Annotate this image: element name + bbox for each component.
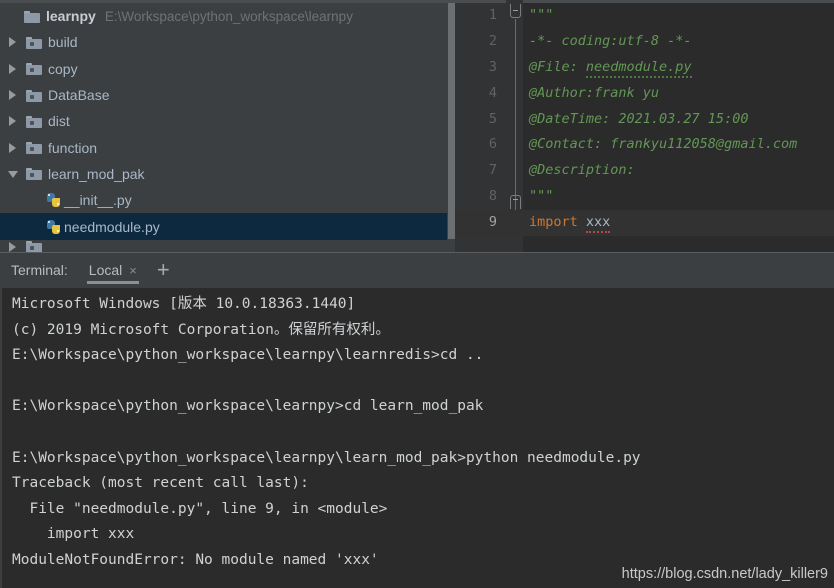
tree-row-build[interactable]: build [0,29,455,55]
folder-icon [26,62,42,76]
terminal-title: Terminal: [11,262,68,278]
line-number: 7 [488,162,497,179]
tree-item-label: dist [48,113,70,130]
code-line-4[interactable]: 4 @Author:frank yu [455,81,834,107]
tree-row-needmodule-py[interactable]: needmodule.py [0,213,455,240]
folder-icon [26,167,42,181]
folder-icon [26,141,42,155]
code-text: @Contact: frankyu112058@gmail.com [529,136,798,153]
terminal-line: E:\Workspace\python_workspace\learnpy\le… [12,347,484,364]
project-root-label: learnpy [46,8,96,25]
editor-code-lines[interactable]: 1 """ 2 -*- coding:utf-8 -*- 3 @File: ne… [455,3,834,252]
tree-item-label: learn_mod_pak [48,165,145,182]
code-line-1[interactable]: 1 """ [455,3,834,215]
tree-item-label: build [48,34,78,51]
chevron-right-icon[interactable] [8,116,18,127]
terminal-line: import xxx [12,526,135,543]
tree-item-label: __init__.py [64,192,132,209]
close-icon[interactable]: × [129,264,137,277]
code-line-9[interactable]: 9 import xxx [455,210,834,237]
code-line-3[interactable]: 3 @File: needmodule.py [455,55,834,81]
chevron-right-icon[interactable] [8,37,18,48]
tree-row-init-py[interactable]: __init__.py [0,187,455,213]
code-line-8[interactable]: 8 """ [455,184,834,210]
code-editor-pane[interactable]: 1 """ 2 -*- coding:utf-8 -*- 3 @File: ne… [455,0,834,252]
watermark-text: https://blog.csdn.net/lady_killer9 [621,566,828,582]
tree-row-database[interactable]: DataBase [0,82,455,108]
tree-item-label: DataBase [48,87,110,104]
code-line-5[interactable]: 5 @DateTime: 2021.03.27 15:00 [455,107,834,133]
fold-marker-open-icon[interactable] [510,4,521,18]
tree-row-copy[interactable]: copy [0,56,455,82]
code-line-7[interactable]: 7 @Description: [455,158,834,184]
expand-arrow-placeholder [8,11,18,21]
line-number: 8 [488,188,497,205]
scrollbar-thumb[interactable] [448,3,455,239]
folder-icon [26,89,42,102]
code-text: """ [529,7,554,23]
python-file-icon [46,192,62,208]
terminal-line: E:\Workspace\python_workspace\learnpy\le… [12,449,641,466]
project-tree-list[interactable]: learnpy E:\Workspace\python_workspace\le… [0,3,455,252]
tree-row-learn-mod-pak[interactable]: learn_mod_pak [0,161,455,187]
line-number: 5 [488,110,497,127]
terminal-tabbar: Terminal: Local × + [0,253,834,287]
chevron-right-icon[interactable] [8,142,18,153]
project-tree-pane[interactable]: learnpy E:\Workspace\python_workspace\le… [0,0,455,252]
terminal-panel: Terminal: Local × + Microsoft Windows [版… [0,252,834,588]
tree-row-function[interactable]: function [0,134,455,160]
terminal-output[interactable]: Microsoft Windows [版本 10.0.18363.1440] (… [0,288,834,588]
tree-row-clipped-next[interactable] [0,240,455,252]
tree-row-dist[interactable]: dist [0,108,455,134]
folder-icon [26,115,42,128]
keyword-import: import [529,214,578,231]
line-number: 4 [488,84,497,101]
project-root-path: E:\Workspace\python_workspace\learnpy [104,8,353,24]
tab-local[interactable]: Local × [86,253,139,287]
tree-row-root[interactable]: learnpy E:\Workspace\python_workspace\le… [0,3,455,29]
tree-item-label: needmodule.py [64,218,160,235]
line-number: 6 [488,136,497,153]
terminal-line: (c) 2019 Microsoft Corporation。保留所有权利。 [12,321,390,338]
terminal-lines: Microsoft Windows [版本 10.0.18363.1440] (… [12,292,832,574]
folder-icon [26,36,42,49]
terminal-line: E:\Workspace\python_workspace\learnpy>cd… [12,398,484,415]
tab-local-label: Local [88,262,123,278]
line-number: 3 [488,58,497,75]
fold-marker-close-icon[interactable] [510,195,521,210]
chevron-right-icon[interactable] [8,90,18,101]
line-number: 9 [488,214,497,231]
chevron-right-icon[interactable] [8,63,18,74]
terminal-line: Traceback (most recent call last): [12,475,309,492]
folder-icon [24,10,40,23]
project-tree-scrollbar[interactable] [447,3,455,252]
pycharm-window: learnpy E:\Workspace\python_workspace\le… [0,0,834,588]
terminal-line: Microsoft Windows [版本 10.0.18363.1440] [12,296,356,312]
line-number: 2 [488,32,497,49]
add-terminal-icon[interactable]: + [157,259,170,281]
top-area: learnpy E:\Workspace\python_workspace\le… [0,0,834,252]
code-line-2[interactable]: 2 -*- coding:utf-8 -*- [455,29,834,55]
line-number: 1 [488,7,497,23]
code-line-6[interactable]: 6 @Contact: frankyu112058@gmail.com [455,132,834,158]
chevron-right-icon[interactable] [8,241,18,252]
chevron-down-icon[interactable] [8,169,18,179]
code-text: -*- coding:utf-8 -*- [529,32,692,49]
code-text: import xxx [529,210,611,236]
tree-item-label: copy [48,60,78,77]
folder-icon [26,240,42,252]
terminal-line: File "needmodule.py", line 9, in <module… [12,500,388,517]
tree-item-label: function [48,139,98,156]
python-file-icon [46,219,62,235]
tab-active-underline [86,281,139,284]
code-text: """ [529,188,554,205]
spellcheck-underline: needmodule.py [585,58,692,78]
module-name-error: xxx [585,214,611,234]
code-text: @File: needmodule.py [529,55,692,81]
code-text: @DateTime: 2021.03.27 15:00 [529,110,749,127]
code-text: @Description: [529,162,635,179]
code-text: @Author:frank yu [529,84,660,101]
